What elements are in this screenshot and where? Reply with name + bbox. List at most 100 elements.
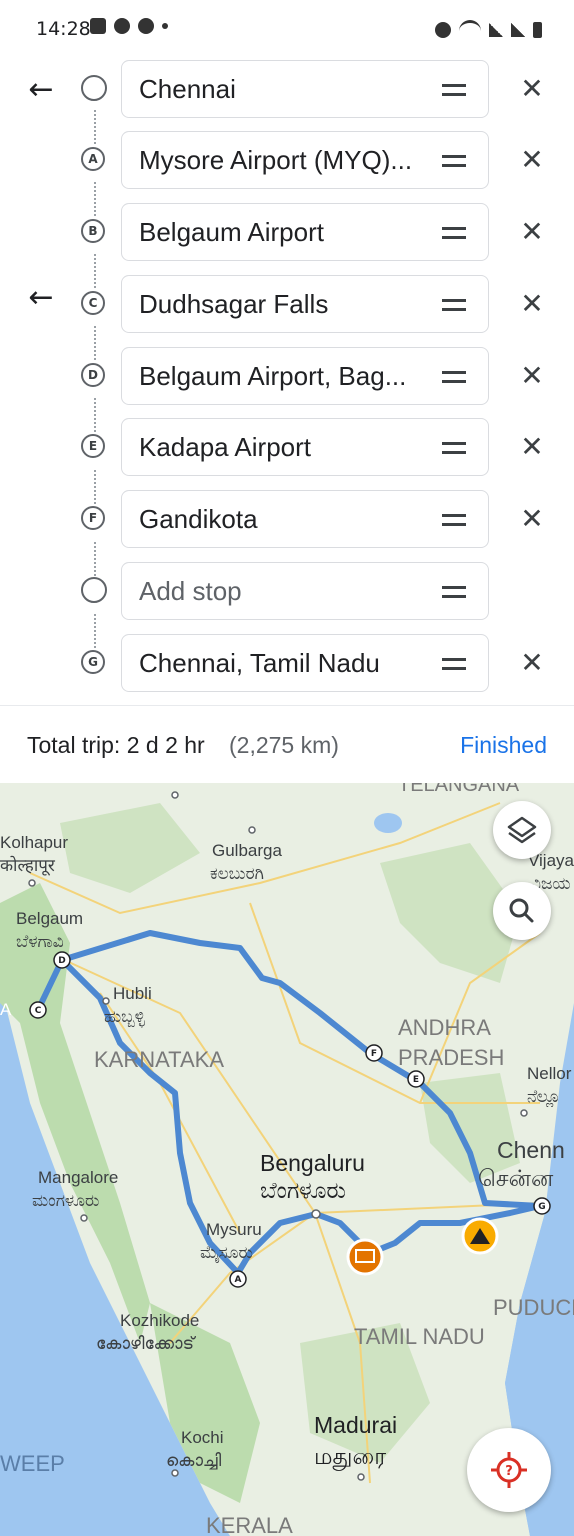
drag-handle-icon[interactable] (442, 586, 466, 598)
map-label: Kolhapur (0, 833, 68, 852)
battery-icon (533, 21, 542, 38)
waypoint-d-label: D (58, 956, 65, 966)
map-canvas: D C F E G A Kolhapur कोल्हापूर Gulbarga … (0, 783, 574, 1536)
city-dot-kochi (171, 1469, 179, 1477)
toll-icon (346, 1238, 384, 1276)
map-label: Mysuru (206, 1220, 262, 1239)
drag-handle-icon[interactable] (442, 299, 466, 311)
add-stop-input[interactable]: Add stop (121, 562, 489, 620)
stop-row-a: A Mysore Airport (MYQ)... ✕ (0, 131, 574, 191)
stop-row-c: C Dudhsagar Falls ✕ (0, 275, 574, 335)
map-label: Kochi (181, 1428, 224, 1447)
map-label: Belgaum (16, 909, 83, 928)
drag-handle-icon[interactable] (442, 84, 466, 96)
stop-marker-icon: C (81, 291, 105, 315)
search-icon (509, 898, 534, 923)
city-dot-hubli (102, 997, 110, 1005)
total-trip-distance: (2,275 km) (229, 732, 339, 758)
map-label: ನೆಲ್ಲೂ (527, 1087, 560, 1108)
add-stop-placeholder: Add stop (139, 576, 242, 606)
stop-label: Dudhsagar Falls (139, 289, 329, 319)
map-label: KARNATAKA (94, 1047, 224, 1072)
waypoint-e-label: E (413, 1075, 419, 1085)
drag-handle-icon[interactable] (442, 227, 466, 239)
waypoint-c-label: C (35, 1006, 42, 1016)
remove-stop-icon[interactable]: ✕ (520, 361, 544, 391)
city-dot-north (171, 791, 179, 799)
search-button[interactable] (493, 882, 551, 940)
add-stop-marker-icon (81, 577, 107, 603)
city-dot-gulbarga (248, 826, 256, 834)
city-dot-bengaluru (311, 1209, 321, 1219)
status-bar: 14:28 (0, 0, 574, 58)
map-label: PRADESH (398, 1045, 504, 1070)
map-view[interactable]: D C F E G A Kolhapur कोल्हापूर Gulbarga … (0, 783, 574, 1536)
notification-dot-icon (162, 23, 168, 29)
remove-stop-icon[interactable]: ✕ (520, 648, 544, 678)
alarm-icon (435, 21, 451, 38)
drag-handle-icon[interactable] (442, 371, 466, 383)
stop-marker-icon: D (81, 363, 105, 387)
chat-icon (138, 18, 154, 34)
map-label: PUDUCH (493, 1295, 574, 1320)
drag-handle-icon[interactable] (442, 514, 466, 526)
remove-stop-icon[interactable]: ✕ (520, 145, 544, 175)
stop-row-origin: Chennai ✕ (0, 60, 574, 120)
remove-stop-icon[interactable]: ✕ (520, 217, 544, 247)
status-left-icons (90, 18, 168, 34)
status-right-icons (435, 20, 542, 39)
map-label: Kozhikode (120, 1311, 199, 1330)
map-label: TELANGANA (398, 783, 520, 796)
map-label: KERALA (206, 1513, 293, 1536)
stop-row-b: B Belgaum Airport ✕ (0, 203, 574, 263)
reservoir (374, 813, 402, 833)
stop-field[interactable]: Dudhsagar Falls (121, 275, 489, 333)
stop-row-f: F Gandikota ✕ (0, 490, 574, 550)
drag-handle-icon[interactable] (442, 658, 466, 670)
location-target-icon: ? (491, 1452, 527, 1488)
remove-stop-icon[interactable]: ✕ (520, 74, 544, 104)
stop-label: Gandikota (139, 504, 258, 534)
gallery-icon (90, 18, 106, 34)
stop-marker-icon: A (81, 147, 105, 171)
stop-label: Belgaum Airport, Bag... (139, 361, 407, 391)
stop-field[interactable]: Belgaum Airport, Bag... (121, 347, 489, 405)
stop-field[interactable]: Gandikota (121, 490, 489, 548)
remove-stop-icon[interactable]: ✕ (520, 432, 544, 462)
drag-handle-icon[interactable] (442, 155, 466, 167)
layers-icon (507, 816, 537, 844)
stop-field[interactable]: Kadapa Airport (121, 418, 489, 476)
map-label: Chenn (497, 1137, 565, 1163)
total-trip-time: Total trip: 2 d 2 hr (27, 732, 205, 758)
map-label: ಹುಬ್ಬಳ್ಳಿ (104, 1007, 146, 1027)
map-label: TAMIL NADU (354, 1324, 485, 1349)
map-label: ಮಂಗಳೂರು (32, 1191, 99, 1210)
stop-marker-icon: E (81, 434, 105, 458)
stop-field[interactable]: Belgaum Airport (121, 203, 489, 261)
map-label: ಮೈಸೂರು (200, 1243, 253, 1263)
stop-field[interactable]: Chennai (121, 60, 489, 118)
origin-marker-icon (81, 75, 107, 101)
remove-stop-icon[interactable]: ✕ (520, 504, 544, 534)
stop-row-d: D Belgaum Airport, Bag... ✕ (0, 347, 574, 407)
layers-button[interactable] (493, 801, 551, 859)
map-label: കോഴിക്കോട് (96, 1334, 197, 1353)
city-dot-kolhapur (28, 879, 36, 887)
stop-field[interactable]: Chennai, Tamil Nadu (121, 634, 489, 692)
stop-label: Chennai (139, 74, 236, 104)
map-label: WEEP (0, 1451, 65, 1476)
city-dot-mangalore (80, 1214, 88, 1222)
remove-stop-icon[interactable]: ✕ (520, 289, 544, 319)
stop-marker-icon: B (81, 219, 105, 243)
my-location-button[interactable]: ? (467, 1428, 551, 1512)
map-label: ಬೆಳಗಾವಿ (16, 932, 64, 951)
drag-handle-icon[interactable] (442, 442, 466, 454)
map-label: மதுரை (314, 1443, 386, 1471)
map-label: Bengaluru (260, 1150, 365, 1176)
finished-button[interactable]: Finished (460, 732, 547, 759)
map-label: Gulbarga (212, 841, 282, 860)
stop-label: Mysore Airport (MYQ)... (139, 145, 413, 175)
map-label: ಬೆಂಗಳೂರು (260, 1177, 346, 1203)
stop-label: Chennai, Tamil Nadu (139, 648, 380, 678)
stop-field[interactable]: Mysore Airport (MYQ)... (121, 131, 489, 189)
